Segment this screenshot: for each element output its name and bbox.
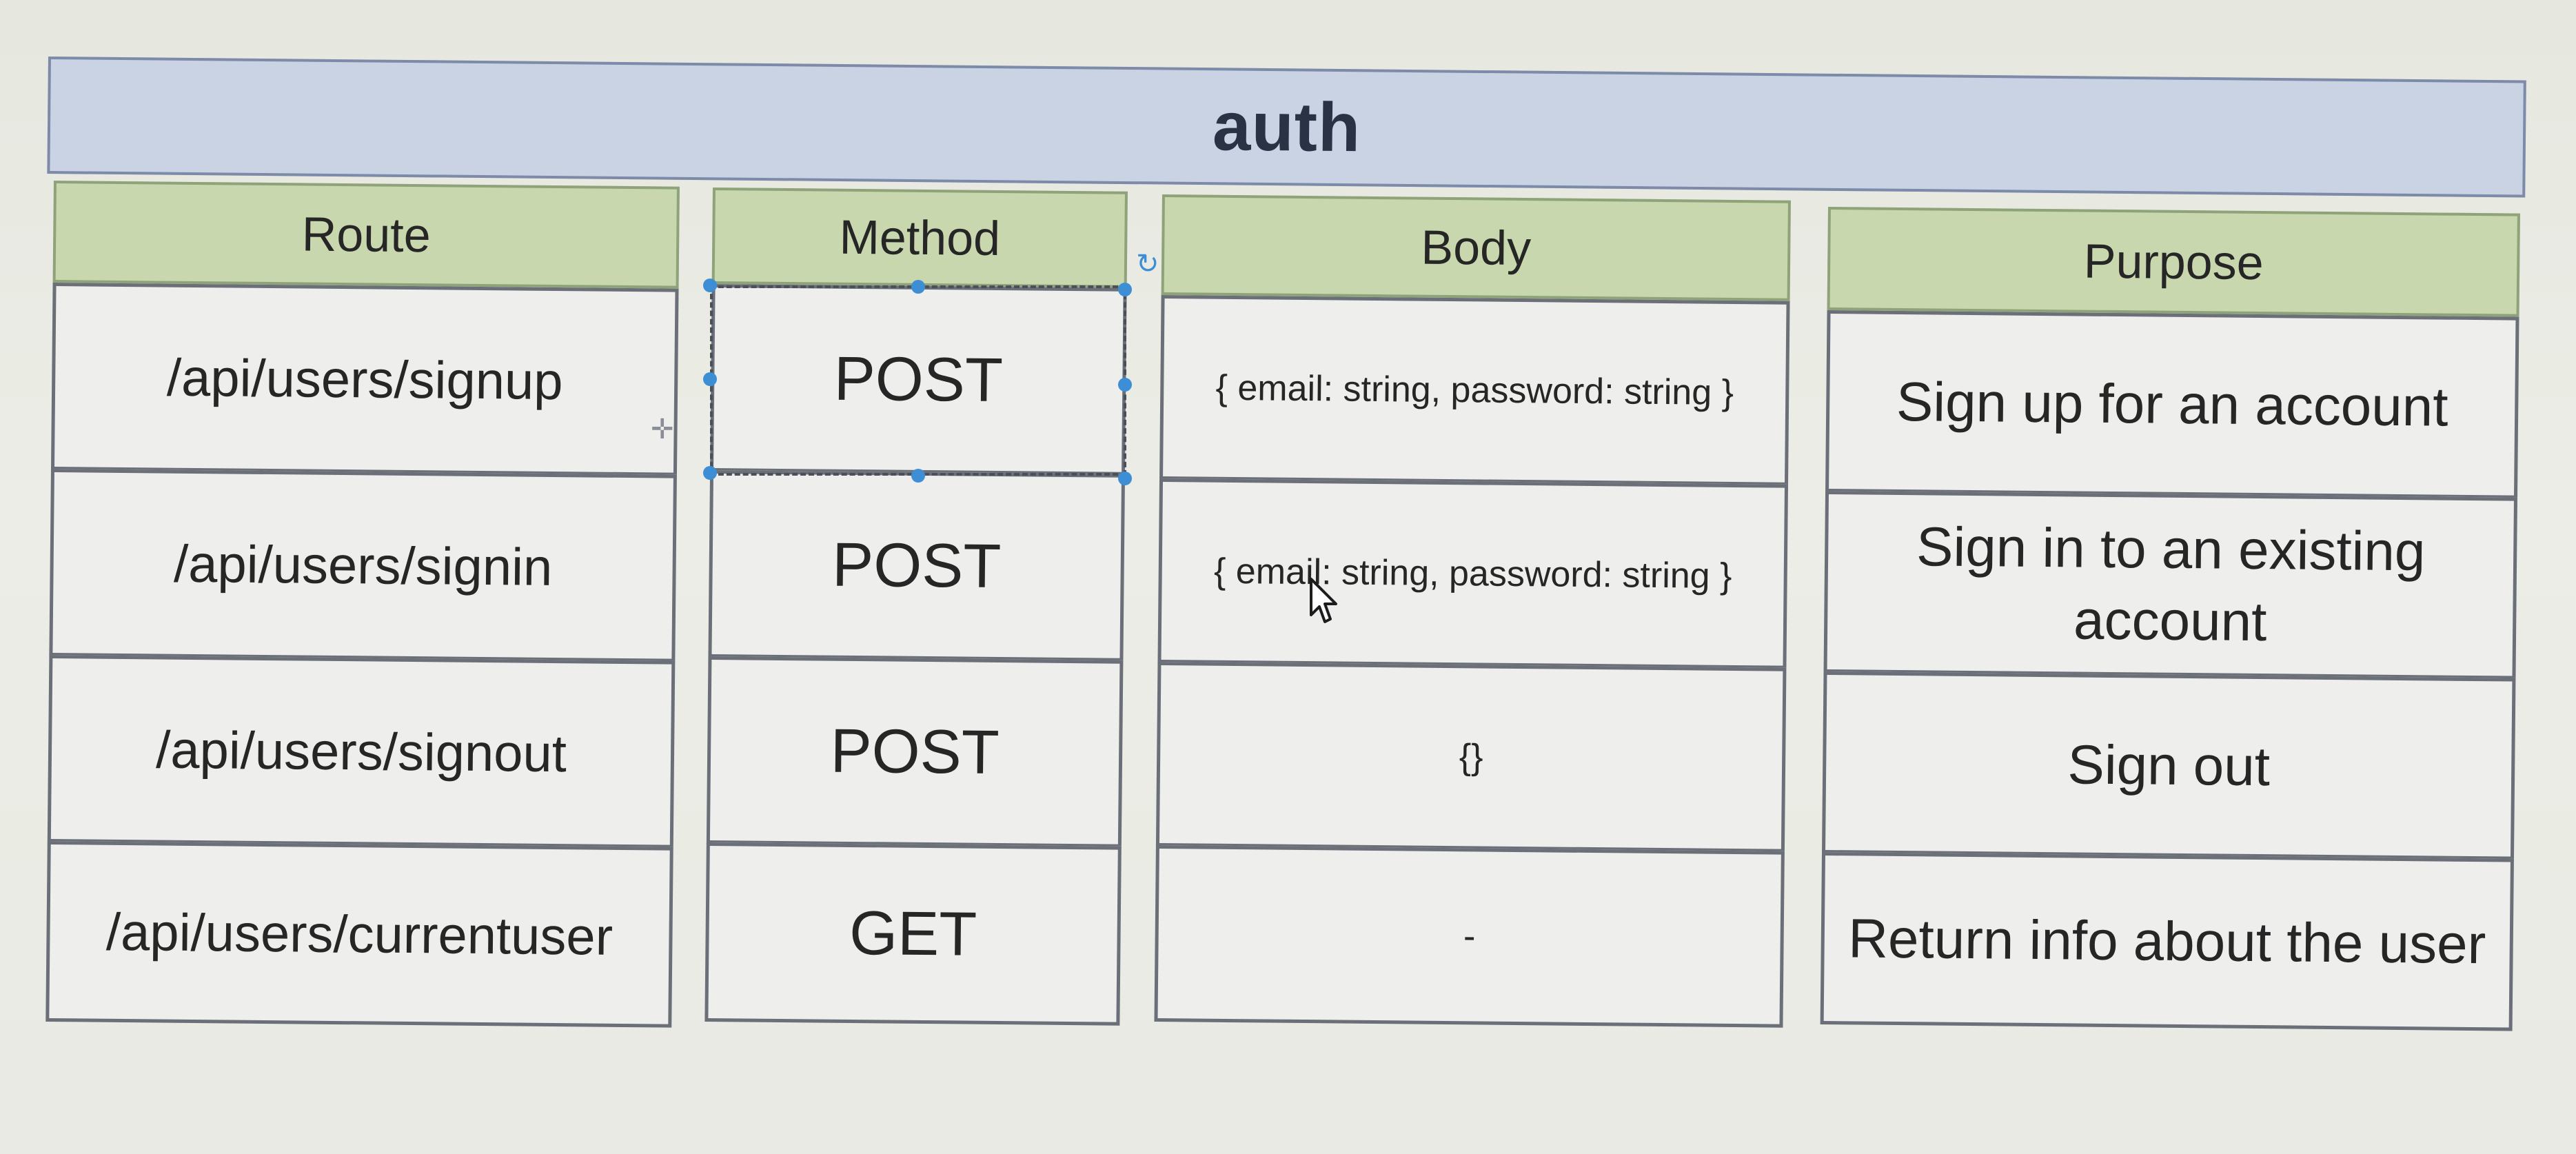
selection-handle[interactable] [1118, 472, 1132, 485]
purpose-cell[interactable]: Sign in to an existing account [1823, 490, 2517, 680]
purpose-cell[interactable]: Return info about the user [1820, 851, 2514, 1031]
selection-handle[interactable] [1118, 378, 1132, 392]
selection-handle[interactable] [911, 469, 925, 483]
selection-handle[interactable] [703, 279, 717, 292]
purpose-column[interactable]: Purpose Sign up for an account Sign in t… [1820, 207, 2520, 1031]
purpose-cell[interactable]: Sign up for an account [1825, 310, 2519, 499]
body-cell[interactable]: {} [1155, 661, 1787, 853]
route-column[interactable]: Route /api/users/signup /api/users/signi… [45, 181, 680, 1028]
body-cell[interactable]: - [1154, 844, 1785, 1028]
rotate-handle-icon[interactable]: ↻ [1136, 248, 1159, 280]
purpose-cell[interactable]: Sign out [1821, 671, 2516, 860]
selection-handle[interactable] [1118, 283, 1132, 296]
diagram-title: auth [1212, 87, 1361, 166]
route-cell[interactable]: /api/users/signup [50, 282, 679, 476]
method-header: Method [711, 188, 1128, 288]
mouse-pointer-icon [1310, 578, 1337, 623]
route-header: Route [52, 181, 680, 289]
selection-handle[interactable] [703, 466, 717, 480]
selection-handle[interactable] [911, 280, 925, 294]
body-cell[interactable]: { email: string, password: string } [1159, 294, 1790, 486]
body-column[interactable]: Body { email: string, password: string }… [1154, 194, 1791, 1028]
move-cross-icon: ✛ [651, 414, 674, 445]
route-cell[interactable]: /api/users/signout [47, 654, 676, 849]
route-cell[interactable]: /api/users/currentuser [45, 840, 673, 1028]
body-header: Body [1161, 194, 1791, 301]
method-cell[interactable]: POST [708, 469, 1126, 662]
diagram-canvas[interactable]: auth Route /api/users/signup /api/users/… [0, 0, 2576, 1154]
diagram-title-bar[interactable]: auth [47, 57, 2526, 198]
selection-handle[interactable] [703, 372, 717, 386]
selection-outline [710, 285, 1126, 476]
method-cell[interactable]: GET [704, 842, 1122, 1026]
body-cell[interactable]: { email: string, password: string } [1157, 478, 1789, 669]
route-cell[interactable]: /api/users/signin [49, 468, 677, 662]
purpose-header: Purpose [1827, 207, 2520, 317]
method-cell[interactable]: POST [706, 656, 1124, 848]
